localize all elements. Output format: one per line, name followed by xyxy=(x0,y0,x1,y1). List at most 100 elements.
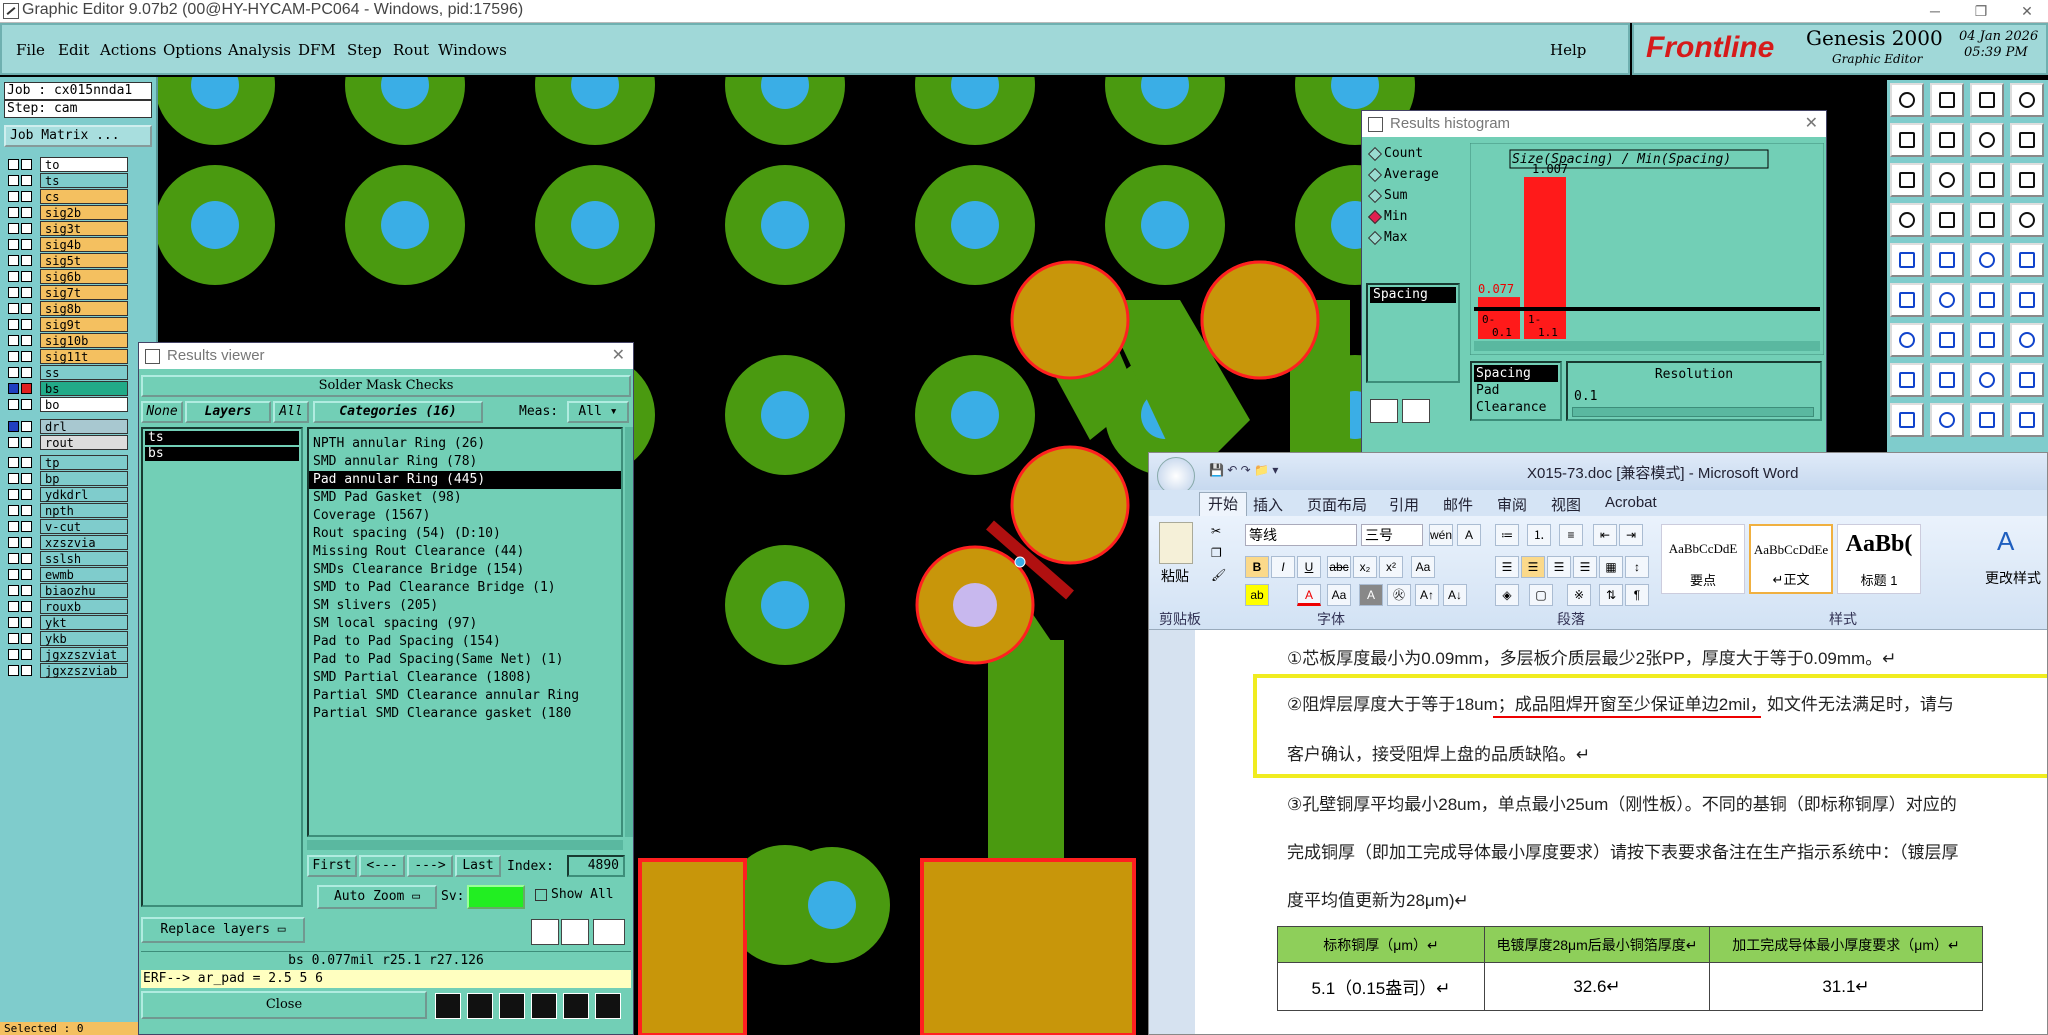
layer-checkbox[interactable] xyxy=(8,521,19,532)
char-shading-icon[interactable]: A xyxy=(1359,584,1383,606)
category-hscroll[interactable] xyxy=(307,840,623,850)
layer-color-swatch[interactable] xyxy=(21,287,32,298)
ribbon-tab[interactable]: 插入 xyxy=(1253,494,1283,515)
layer-color-swatch[interactable] xyxy=(21,175,32,186)
histogram-bar[interactable] xyxy=(1478,297,1520,307)
layer-color-swatch[interactable] xyxy=(21,617,32,628)
box-icon[interactable] xyxy=(1890,363,1924,397)
triangle-alt-icon[interactable] xyxy=(1930,403,1964,437)
histogram-category-item[interactable]: Pad xyxy=(1474,382,1558,399)
layer-name[interactable]: sig6b xyxy=(40,269,128,284)
layer-color-swatch[interactable] xyxy=(21,553,32,564)
layer-name[interactable]: ewmb xyxy=(40,567,128,582)
close-icon[interactable]: ✕ xyxy=(1805,111,1818,137)
job-matrix-button[interactable]: Job Matrix ... xyxy=(4,125,152,147)
highlight-icon[interactable]: ab xyxy=(1245,584,1269,606)
copy-icon[interactable]: ❐ xyxy=(1211,546,1222,560)
layer-name[interactable]: ss xyxy=(40,365,128,380)
font-name-select[interactable]: 等线 xyxy=(1245,524,1357,546)
category-item[interactable]: Pad annular Ring (445) xyxy=(309,471,621,489)
index-input[interactable]: 4890 xyxy=(567,855,625,877)
histogram-category-list[interactable]: Spacing Pad Clearance xyxy=(1470,361,1562,421)
layer-checkbox[interactable] xyxy=(8,303,19,314)
layer-checkbox[interactable] xyxy=(8,383,19,394)
font-color-icon[interactable]: A xyxy=(1297,584,1321,606)
table-icon[interactable] xyxy=(2010,203,2044,237)
category-item[interactable]: SMD to Pad Clearance Bridge (1) xyxy=(309,579,621,597)
stat-radio[interactable]: Count xyxy=(1367,143,1462,164)
show-all-checkbox[interactable] xyxy=(535,889,547,901)
histogram-list[interactable]: Spacing xyxy=(1366,283,1460,383)
rect-icon[interactable] xyxy=(2010,363,2044,397)
category-item[interactable]: Pad to Pad Spacing (154) xyxy=(309,633,621,651)
stat-radio[interactable]: Average xyxy=(1367,164,1462,185)
histogram-category-item[interactable]: Clearance xyxy=(1474,399,1558,416)
layer-checkbox[interactable] xyxy=(8,617,19,628)
layer-row[interactable]: sig2b xyxy=(4,205,128,221)
none-button[interactable]: None xyxy=(141,401,183,423)
paste-label[interactable]: 粘贴 xyxy=(1161,566,1189,586)
radio-diamond-icon[interactable] xyxy=(1367,209,1383,225)
layer-checkbox[interactable] xyxy=(8,191,19,202)
category-item[interactable]: SMD annular Ring (78) xyxy=(309,453,621,471)
layer-color-swatch[interactable] xyxy=(21,601,32,612)
layer-color-swatch[interactable] xyxy=(21,223,32,234)
chinese-layout-icon[interactable]: ※ xyxy=(1567,584,1591,606)
decrease-indent-icon[interactable]: ⇤ xyxy=(1593,524,1617,546)
layer-color-swatch[interactable] xyxy=(21,255,32,266)
meas-select[interactable]: All ▾ xyxy=(567,401,629,423)
histogram-bar[interactable] xyxy=(1524,177,1566,307)
ribbon-tab[interactable]: 审阅 xyxy=(1497,494,1527,515)
layer-name[interactable]: to xyxy=(40,157,128,172)
radio-diamond-icon[interactable] xyxy=(1367,167,1383,183)
layer-row[interactable]: sig11t xyxy=(4,349,128,365)
layer-row[interactable]: jgxzszviat xyxy=(4,647,128,663)
ribbon-tab[interactable]: 引用 xyxy=(1389,494,1419,515)
layer-name[interactable]: tp xyxy=(40,455,128,470)
style-item[interactable]: AaBb(标题 1 xyxy=(1837,524,1921,594)
layer-name[interactable]: bp xyxy=(40,471,128,486)
layer-name[interactable]: sig8b xyxy=(40,301,128,316)
triangle-box-icon[interactable] xyxy=(1970,403,2004,437)
tool-icon-2[interactable] xyxy=(467,993,493,1019)
categories-button[interactable]: Categories (16) xyxy=(313,401,483,423)
tool-icon-1[interactable] xyxy=(435,993,461,1019)
layer-color-swatch[interactable] xyxy=(21,319,32,330)
layer-color-swatch[interactable] xyxy=(21,437,32,448)
borders-icon[interactable]: ▢ xyxy=(1529,584,1553,606)
grow-font-icon[interactable]: A↑ xyxy=(1415,584,1439,606)
line-icon[interactable] xyxy=(1970,243,2004,277)
ribbon-tab[interactable]: 页面布局 xyxy=(1307,494,1367,515)
menu-step[interactable]: Step xyxy=(347,41,382,59)
shrink-font-icon[interactable]: A↓ xyxy=(1443,584,1467,606)
layer-name[interactable]: cs xyxy=(40,189,128,204)
bullets-icon[interactable]: ≔ xyxy=(1495,524,1519,546)
layer-name[interactable]: jgxzszviab xyxy=(40,663,128,678)
justify-icon[interactable]: ☰ xyxy=(1573,556,1597,578)
increase-indent-icon[interactable]: ⇥ xyxy=(1619,524,1643,546)
align-right-icon[interactable]: ☰ xyxy=(1547,556,1571,578)
layer-checkbox[interactable] xyxy=(8,457,19,468)
export-icon[interactable] xyxy=(1930,123,1964,157)
layer-checkbox[interactable] xyxy=(8,271,19,282)
layer-color-swatch[interactable] xyxy=(21,421,32,432)
tool-icon-5[interactable] xyxy=(563,993,589,1019)
layer-name[interactable]: rout xyxy=(40,435,128,450)
layer-name[interactable]: sslsh xyxy=(40,551,128,566)
layer-color-swatch[interactable] xyxy=(21,537,32,548)
cut-icon[interactable]: ✂ xyxy=(1211,524,1221,538)
menu-rout[interactable]: Rout xyxy=(393,41,429,59)
layer-name[interactable]: v-cut xyxy=(40,519,128,534)
undo-icon[interactable] xyxy=(593,919,625,945)
layer-color-swatch[interactable] xyxy=(21,457,32,468)
layer-checkbox[interactable] xyxy=(8,399,19,410)
layer-name[interactable]: ykb xyxy=(40,631,128,646)
all-button[interactable]: All xyxy=(273,401,309,423)
ratio-icon[interactable] xyxy=(1970,163,2004,197)
sv-color-select[interactable] xyxy=(467,885,525,909)
strike-icon[interactable]: abc xyxy=(1327,556,1351,578)
layer-row[interactable]: xzszvia xyxy=(4,535,128,551)
layer-color-swatch[interactable] xyxy=(21,367,32,378)
histogram-list-item[interactable]: Spacing xyxy=(1370,287,1456,303)
menu-dfm[interactable]: DFM xyxy=(298,41,336,59)
